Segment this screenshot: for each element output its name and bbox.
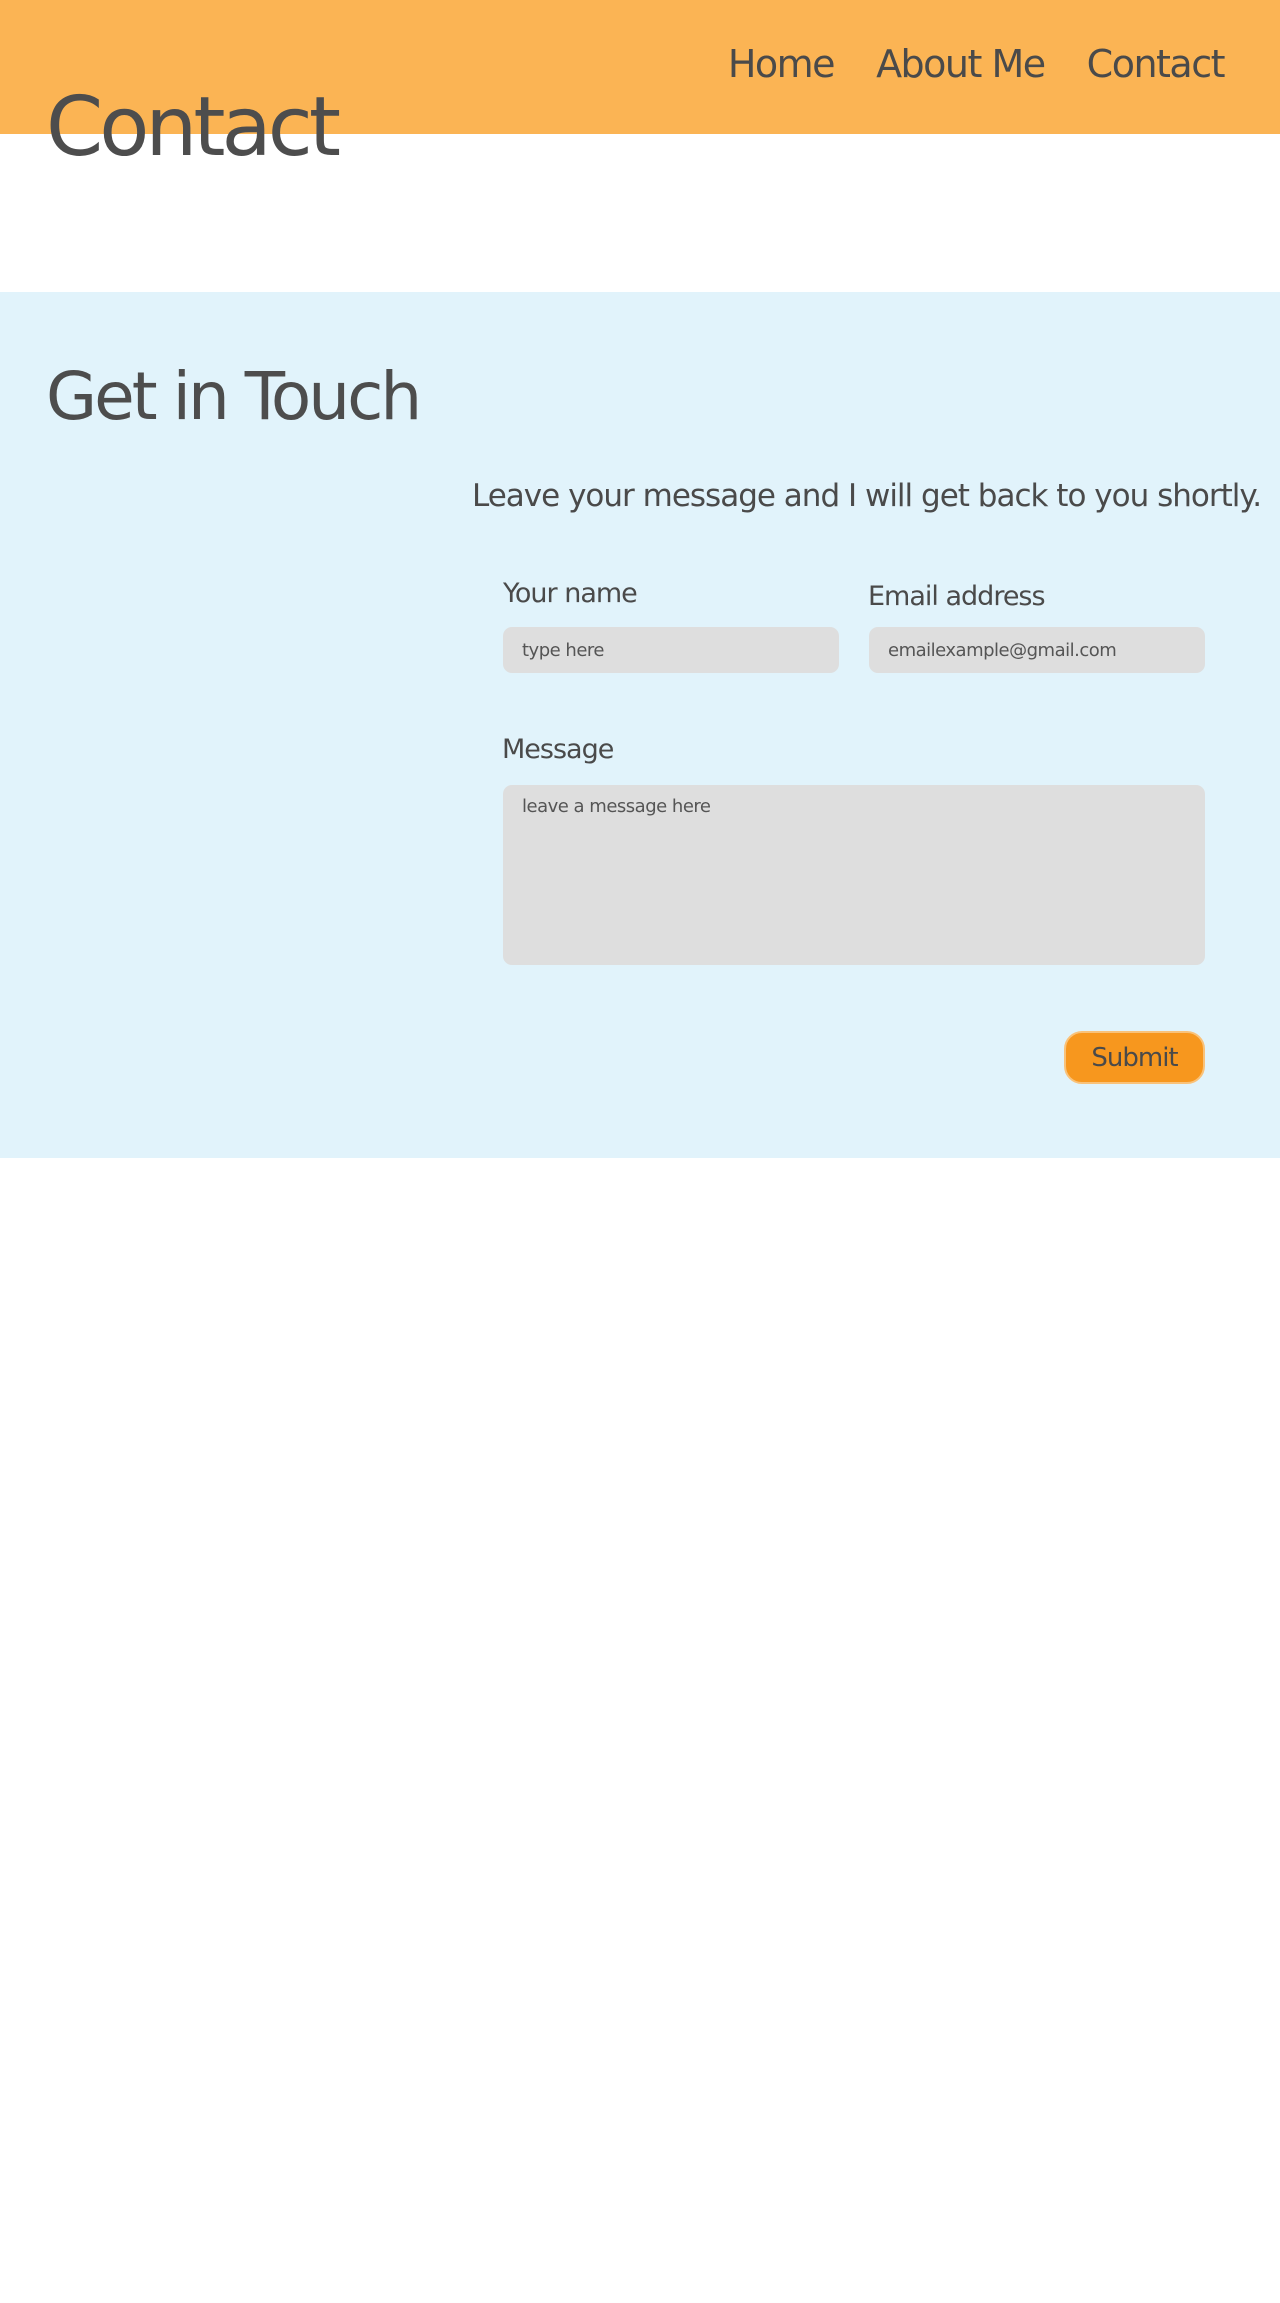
section-heading: Get in Touch: [46, 358, 422, 435]
nav-home-link[interactable]: Home: [728, 38, 836, 90]
name-label: Your name: [503, 578, 638, 609]
main-nav: Home About Me Contact: [728, 38, 1226, 90]
nav-contact-link[interactable]: Contact: [1087, 38, 1226, 90]
submit-button[interactable]: Submit: [1064, 1031, 1205, 1084]
name-input[interactable]: [503, 627, 839, 673]
intro-text: Leave your message and I will get back t…: [472, 478, 1262, 514]
message-textarea[interactable]: [503, 785, 1205, 965]
message-label: Message: [502, 734, 614, 765]
nav-about-link[interactable]: About Me: [876, 38, 1046, 90]
email-input[interactable]: [869, 627, 1205, 673]
page-title: Contact: [46, 80, 341, 175]
email-label: Email address: [868, 581, 1046, 612]
contact-section: Get in Touch Leave your message and I wi…: [0, 292, 1280, 1158]
page: Home About Me Contact Contact Get in Tou…: [0, 0, 1280, 2303]
